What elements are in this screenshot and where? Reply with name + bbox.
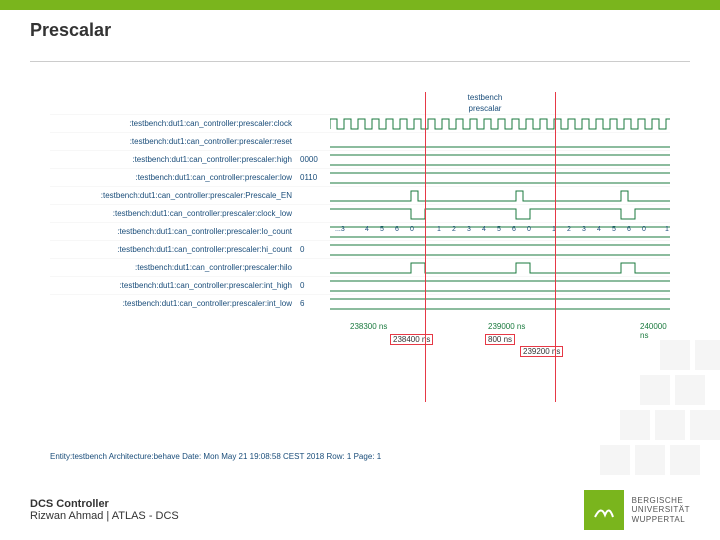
header-accent-bar [0,0,720,10]
count-v: 5 [497,226,501,233]
cursor-box-1: 800 ns [485,334,515,345]
count-v: 6 [627,226,631,233]
page-title: Prescalar [30,20,690,41]
count-v: 6 [395,226,399,233]
timescale: 238300 ns 239000 ns 240000 ns 238400 ns … [50,322,670,362]
count-v: 2 [567,226,571,233]
prescale-en-wave [330,187,670,205]
signal-row-clock: :testbench:dut1:can_controller:prescaler… [50,114,670,132]
signal-label: :testbench:dut1:can_controller:prescaler… [50,191,300,200]
int-low-wave [330,295,670,313]
hilo-wave [330,259,670,277]
signal-label: :testbench:dut1:can_controller:prescaler… [50,173,300,182]
signal-row-prescale-en: :testbench:dut1:can_controller:prescaler… [50,186,670,204]
count-v: 3 [582,226,586,233]
signal-row-high: :testbench:dut1:can_controller:prescaler… [50,150,670,168]
low-wave [330,169,670,187]
cursor-line-2 [555,92,556,402]
count-v: ...3 [335,226,345,233]
reset-wave [330,133,670,151]
footer-title: DCS Controller [30,498,109,510]
signal-row-low: :testbench:dut1:can_controller:prescaler… [50,168,670,186]
signal-row-lo-count: :testbench:dut1:can_controller:prescaler… [50,222,670,240]
clock-low-wave [330,205,670,223]
int-high-wave [330,277,670,295]
signal-row-reset: :testbench:dut1:can_controller:prescaler… [50,132,670,150]
university-name: BERGISCHE UNIVERSITÄT WUPPERTAL [632,496,690,525]
cursor-line-1 [425,92,426,402]
hi-count-wave [330,241,670,259]
count-v: 2 [452,226,456,233]
footer: DCS Controller Rizwan Ahmad | ATLAS - DC… [30,490,690,530]
title-underline [30,61,690,62]
top-label-0: testbench [300,92,670,103]
count-v: 0 [527,226,531,233]
signal-label: :testbench:dut1:can_controller:prescaler… [50,263,300,272]
signal-value: 0000 [300,155,330,164]
timetick-2: 240000 ns [640,322,670,340]
timetick-0: 238300 ns [350,322,387,331]
signal-value: 0 [300,245,330,254]
count-v: 1 [665,226,669,233]
waveform-diagram: testbench prescalar :testbench:dut1:can_… [50,92,670,432]
count-v: 4 [597,226,601,233]
count-v: 3 [467,226,471,233]
signal-row-hi-count: :testbench:dut1:can_controller:prescaler… [50,240,670,258]
signal-label: :testbench:dut1:can_controller:prescaler… [50,227,300,236]
signal-value: 0 [300,281,330,290]
signal-value: 0110 [300,173,330,182]
entity-info-line: Entity:testbench Architecture:behave Dat… [50,452,670,461]
cursor-box-0: 238400 ns [390,334,433,345]
signal-row-clock-low: :testbench:dut1:can_controller:prescaler… [50,204,670,222]
clock-wave [330,115,670,133]
footer-author: Rizwan Ahmad | ATLAS - DCS [30,510,179,522]
signal-label: :testbench:dut1:can_controller:prescaler… [50,281,300,290]
count-v: 0 [410,226,414,233]
timetick-1: 239000 ns [488,322,525,331]
university-logo: BERGISCHE UNIVERSITÄT WUPPERTAL [584,490,690,530]
signal-label: :testbench:dut1:can_controller:prescaler… [50,137,300,146]
count-v: 4 [482,226,486,233]
count-v: 1 [437,226,441,233]
signal-label: :testbench:dut1:can_controller:prescaler… [50,245,300,254]
count-v: 5 [380,226,384,233]
high-wave [330,151,670,169]
top-label-1: prescalar [300,103,670,114]
signal-label: :testbench:dut1:can_controller:prescaler… [50,119,300,128]
cursor-box-2: 239200 ns [520,346,563,357]
signal-row-int-high: :testbench:dut1:can_controller:prescaler… [50,276,670,294]
signal-row-int-low: :testbench:dut1:can_controller:prescaler… [50,294,670,312]
logo-icon [584,490,624,530]
signal-row-hilo: :testbench:dut1:can_controller:prescaler… [50,258,670,276]
title-section: Prescalar [0,10,720,56]
signal-label: :testbench:dut1:can_controller:prescaler… [50,209,300,218]
count-v: 0 [642,226,646,233]
footer-text: DCS Controller Rizwan Ahmad | ATLAS - DC… [30,498,179,522]
signal-value: 6 [300,299,330,308]
count-v: 6 [512,226,516,233]
count-v: 5 [612,226,616,233]
signal-label: :testbench:dut1:can_controller:prescaler… [50,299,300,308]
signal-label: :testbench:dut1:can_controller:prescaler… [50,155,300,164]
count-v: 4 [365,226,369,233]
